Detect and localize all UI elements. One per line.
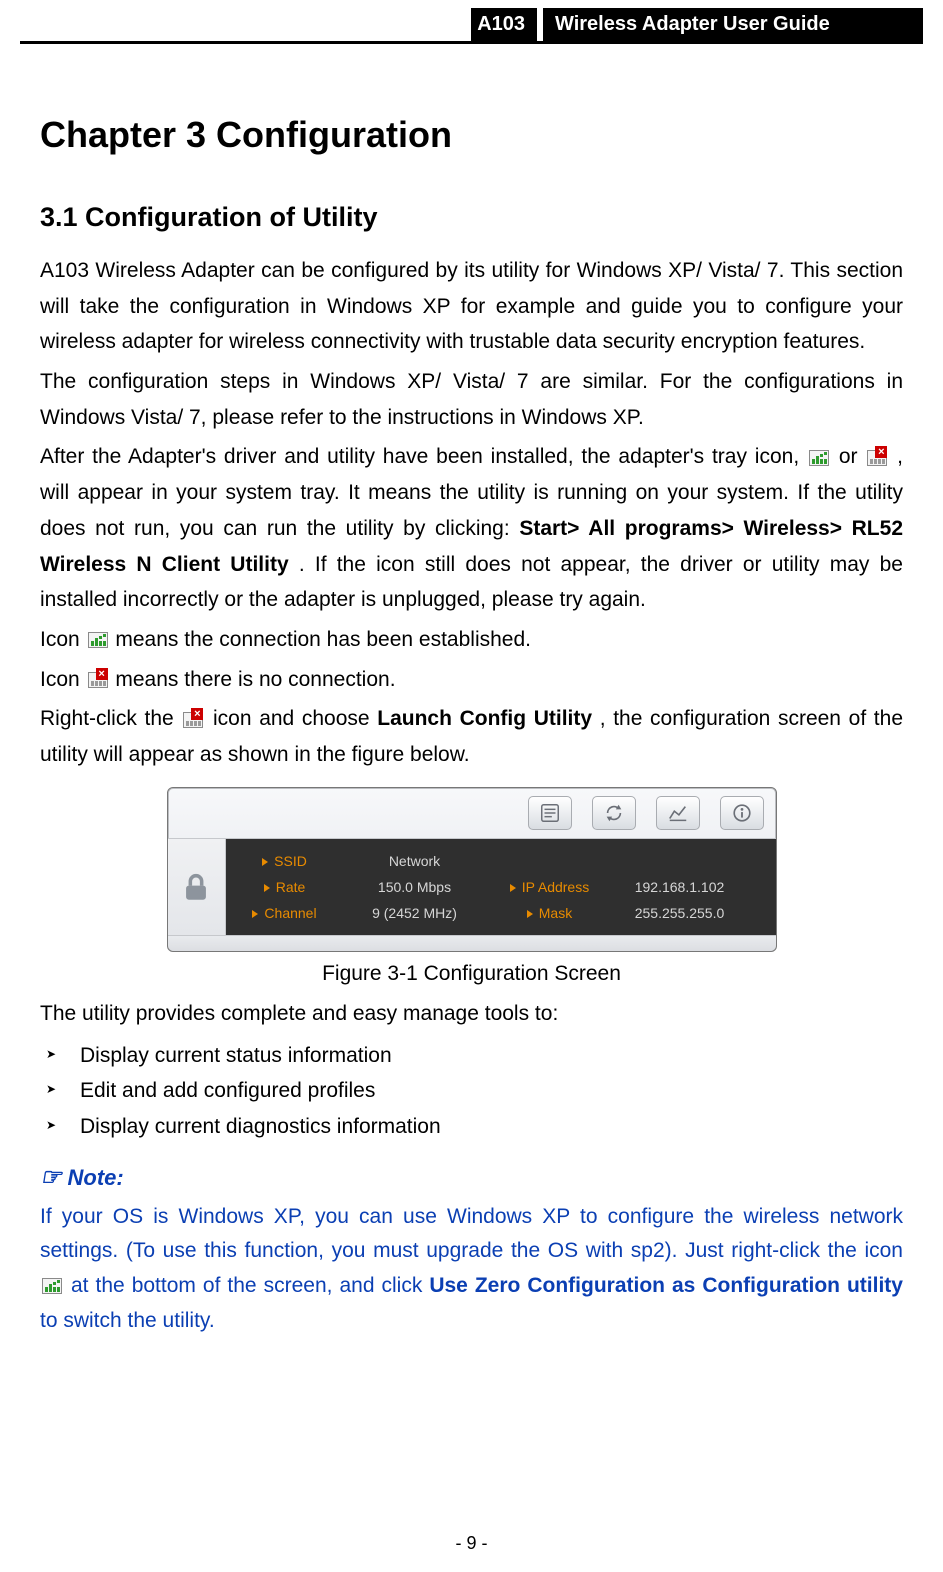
graph-icon [667,802,689,824]
rate-label: Rate [240,879,330,895]
window-bottom-strip [168,935,776,951]
manage-tools-lead: The utility provides complete and easy m… [40,1002,903,1026]
page-content: Chapter 3 Configuration 3.1 Configuratio… [0,44,943,1338]
status-panel: SSID Network Rate 150.0 Mbps IP Address … [226,839,776,935]
toolbar-button-graph[interactable] [656,796,700,830]
list-item: Display current status information [40,1038,903,1074]
action-name: Use Zero Configuration as Configuration … [429,1274,903,1297]
header-spacer [20,8,471,41]
mask-value: 255.255.255.0 [600,905,760,921]
signal-bars-green-icon [42,1278,62,1294]
toolbar-button-info[interactable] [720,796,764,830]
toolbar-button-refresh[interactable] [592,796,636,830]
feature-list: Display current status information Edit … [40,1038,903,1145]
ip-label: IP Address [500,879,600,895]
note-body: If your OS is Windows XP, you can use Wi… [40,1200,903,1339]
signal-bars-disconnected-icon [183,712,203,728]
channel-label: Channel [240,905,330,921]
section-heading: 3.1 Configuration of Utility [40,202,903,233]
text-fragment: Icon [40,668,86,691]
pointing-hand-icon: ☞ [40,1164,62,1191]
text-fragment: icon and choose [213,707,377,730]
mask-label: Mask [500,905,600,921]
note-label: Note: [68,1165,124,1190]
signal-bars-disconnected-icon [88,672,108,688]
note-heading: ☞Note: [40,1163,903,1192]
icon-meaning-line-1: Icon means the connection has been estab… [40,622,903,658]
ssid-label: SSID [240,853,330,869]
channel-value: 9 (2452 MHz) [330,905,500,921]
action-name: Launch Config Utility [377,707,592,730]
text-fragment: to switch the utility. [40,1309,215,1332]
chapter-heading: Chapter 3 Configuration [40,114,903,156]
signal-bars-green-icon [88,632,108,648]
status-left-icon-area [168,839,226,935]
text-fragment: means the connection has been establishe… [115,628,531,651]
toolbar [168,788,776,839]
text-fragment: at the bottom of the screen, and click [71,1274,429,1297]
list-item: Edit and add configured profiles [40,1073,903,1109]
page-number: - 9 - [0,1533,943,1554]
ssid-value: Network [330,853,500,869]
text-fragment: or [839,445,866,468]
status-row: SSID Network Rate 150.0 Mbps IP Address … [168,839,776,935]
config-utility-window: SSID Network Rate 150.0 Mbps IP Address … [167,787,777,952]
signal-bars-green-icon [809,450,829,466]
text-fragment: Icon [40,628,86,651]
launch-utility-paragraph: Right-click the icon and choose Launch C… [40,701,903,772]
rate-value: 150.0 Mbps [330,879,500,895]
text-fragment: Right-click the [40,707,181,730]
figure-caption: Figure 3-1 Configuration Screen [40,962,903,986]
header-model: A103 [471,8,537,41]
text-fragment: If your OS is Windows XP, you can use Wi… [40,1205,903,1263]
ip-value: 192.168.1.102 [600,879,760,895]
refresh-icon [603,802,625,824]
document-lines-icon [539,802,561,824]
list-item: Display current diagnostics information [40,1109,903,1145]
tray-icon-paragraph: After the Adapter's driver and utility h… [40,439,903,617]
text-fragment: means there is no connection. [115,668,395,691]
figure-container: SSID Network Rate 150.0 Mbps IP Address … [40,787,903,986]
intro-paragraph-1: A103 Wireless Adapter can be configured … [40,253,903,360]
text-fragment: After the Adapter's driver and utility h… [40,445,807,468]
toolbar-button-lines[interactable] [528,796,572,830]
info-icon [731,802,753,824]
intro-paragraph-2: The configuration steps in Windows XP/ V… [40,364,903,435]
signal-bars-disconnected-icon [867,450,887,466]
icon-meaning-line-2: Icon means there is no connection. [40,662,903,698]
lock-icon [179,870,213,904]
page-header: A103 Wireless Adapter User Guide [20,8,923,44]
header-title: Wireless Adapter User Guide [543,8,923,41]
